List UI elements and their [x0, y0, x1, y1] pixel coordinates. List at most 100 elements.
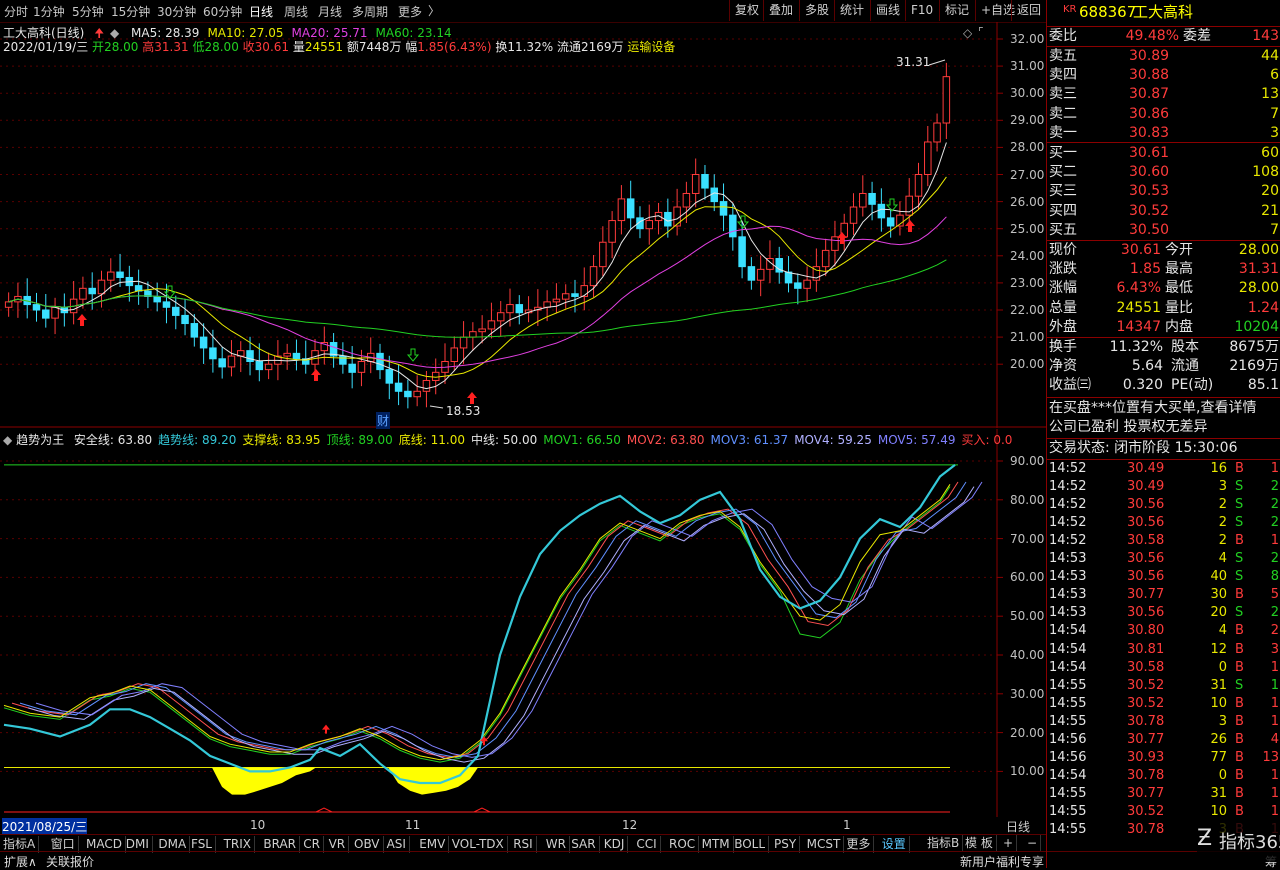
candle [589, 266, 598, 287]
indicator-tab-right[interactable]: − [1024, 835, 1042, 852]
period-tab[interactable]: 15分钟 [111, 3, 150, 20]
tick-t: 14:52 [1049, 497, 1087, 513]
tick-v: 3 [1218, 713, 1227, 729]
weicha-value: 143 [1252, 28, 1279, 44]
toolbar-button[interactable]: F10 [905, 0, 938, 21]
indicator-values: 安全线: 63.80 趋势线: 89.20 支撑线: 83.95 顶线: 89.00 底… [68, 433, 1013, 447]
tick-d: B [1235, 785, 1244, 801]
order-price: 30.61 [1129, 145, 1170, 161]
candle [933, 122, 941, 143]
order-price: 30.87 [1129, 86, 1170, 103]
order-price: 30.86 [1129, 105, 1170, 122]
stat-v1: 1.85 [1129, 261, 1161, 278]
order-vol: 6 [1270, 67, 1279, 84]
indicator-chart[interactable]: ◆ 趋势为王 安全线: 63.80 趋势线: 89.20 支撑线: 83.95 顶线:… [0, 429, 1046, 817]
candle [608, 220, 616, 243]
open-value: 28.00 [104, 40, 139, 54]
logo-icon: Ƶ [1197, 826, 1213, 851]
indicator-tab-right[interactable]: 指标B [924, 835, 964, 852]
notice-big-order[interactable]: 在买盘***位置有大买单,查看详情 [1047, 399, 1280, 418]
period-tab[interactable]: 更多 [398, 3, 422, 20]
tick-d: S [1235, 605, 1244, 621]
toolbar-button[interactable]: 复权 [729, 0, 764, 21]
period-tab[interactable]: 月线 [318, 3, 342, 20]
toolbar-button[interactable]: 叠加 [763, 0, 798, 21]
tick-v: 0 [1218, 767, 1227, 783]
new-user-promo-link[interactable]: 新用户福利专享 [960, 853, 1044, 870]
period-tab[interactable]: 分时 [4, 3, 28, 20]
tick-n: 1 [1270, 695, 1279, 711]
period-tab[interactable]: 1分钟 [33, 3, 65, 20]
toolbar-button[interactable]: 统计 [834, 0, 869, 21]
toolbar-button[interactable]: 多股 [799, 0, 834, 21]
indicator-tab-right[interactable]: + [1000, 835, 1018, 852]
tick-n: 1 [1270, 677, 1279, 693]
price-tick: 29.00 [1010, 113, 1045, 128]
tick-d: B [1235, 461, 1244, 476]
kline-canvas[interactable] [0, 22, 1046, 428]
order-book-row: 卖二 30.86 7 [1047, 105, 1280, 124]
finance-marker[interactable]: 财 [376, 412, 391, 429]
tick-p: 30.56 [1127, 569, 1165, 585]
tick-d: B [1235, 533, 1244, 549]
stat2-v1: 11.32% [1109, 339, 1163, 355]
candle [413, 390, 421, 398]
corner-icon[interactable]: ⌜ [978, 25, 984, 39]
tick-d: B [1235, 713, 1244, 729]
candle [626, 198, 635, 219]
indicator-canvas[interactable] [0, 429, 1046, 817]
candle [719, 201, 728, 216]
period-tab[interactable]: 30分钟 [157, 3, 196, 20]
tick-row: 14:55 30.52 10 B 1 [1047, 695, 1280, 713]
tick-row: 14:52 30.56 2 S 2 [1047, 496, 1280, 514]
period-tab[interactable]: 60分钟 [203, 3, 242, 20]
candle [868, 192, 876, 205]
tick-row: 14:54 30.81 12 B 3 [1047, 641, 1280, 659]
order-price: 30.88 [1129, 67, 1170, 84]
price-tick: 26.00 [1010, 194, 1045, 209]
period-label[interactable]: 日线 [1006, 818, 1030, 835]
tick-n: 8 [1270, 569, 1279, 585]
vol-label: 量 [292, 40, 305, 54]
tick-row: 14:53 30.56 20 S 2 [1047, 604, 1280, 622]
stat2-v2: 8675万 [1229, 339, 1279, 355]
candle [469, 331, 477, 338]
diamond-icon[interactable]: ◇ [963, 26, 972, 40]
candle [487, 320, 496, 330]
toolbar-button[interactable]: 标记 [939, 0, 974, 21]
month-label-11: 11 [405, 818, 421, 832]
expand-button[interactable]: 扩展∧ [4, 853, 37, 870]
indicator-tab-right[interactable]: 模 板 [962, 835, 997, 852]
indicator-legend-item: 中线: 50.00 [471, 433, 538, 447]
indicator-settings-diamond-icon[interactable]: ◆ [3, 433, 12, 447]
tick-p: 30.56 [1127, 497, 1165, 513]
weibi-row: 委比 49.48% 委差 143 [1047, 27, 1280, 46]
candle [617, 198, 626, 222]
period-tab[interactable]: 多周期 [352, 3, 388, 20]
candle [431, 371, 440, 381]
order-label: 买五 [1049, 221, 1077, 238]
buy-signal-icon [322, 724, 330, 734]
candle [673, 206, 681, 227]
toolbar-button[interactable]: 返回 [1011, 0, 1046, 21]
order-book-row: 买二 30.60 108 [1047, 163, 1280, 182]
tick-v: 77 [1210, 749, 1227, 765]
indicator-legend-item: 买入: 0.0 [961, 433, 1013, 447]
notice-company: 公司已盈利 投票权无差异 [1047, 418, 1280, 437]
industry-label[interactable]: 运输设备 [627, 40, 675, 54]
kline-chart[interactable]: 工大高科(日线) 🠉 ◆ MA5: 28.39 MA10: 27.05 MA20: … [0, 22, 1046, 429]
tick-v: 12 [1210, 641, 1227, 657]
more-arrow-icon[interactable]: 〉 [428, 2, 440, 19]
toolbar-button[interactable]: 画线 [870, 0, 905, 21]
tick-row: 14:54 30.80 4 B 2 [1047, 622, 1280, 640]
period-tab[interactable]: 日线 [249, 3, 273, 20]
notice-big-order-text[interactable]: 在买盘***位置有大买单,查看详情 [1049, 399, 1256, 418]
tick-p: 30.58 [1127, 659, 1165, 675]
tick-p: 30.56 [1127, 515, 1165, 531]
indicator-tick: 20.00 [1010, 725, 1045, 740]
period-tab[interactable]: 5分钟 [72, 3, 104, 20]
tick-v: 31 [1210, 677, 1227, 693]
tick-n: 1 [1270, 713, 1279, 729]
related-quote-button[interactable]: 关联报价 [46, 853, 94, 870]
period-tab[interactable]: 周线 [284, 3, 308, 20]
